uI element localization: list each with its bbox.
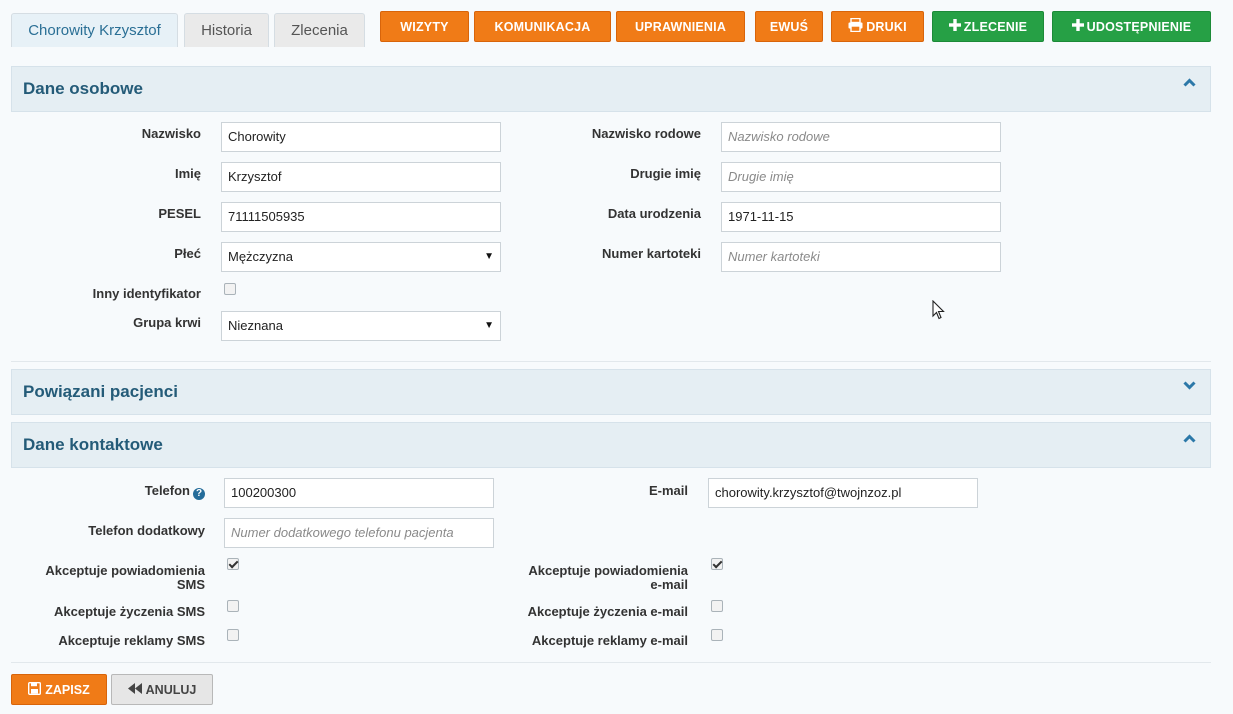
sms-notifications-label: Akceptuje powiadomienia SMS	[20, 564, 205, 592]
mouse-cursor-icon	[932, 299, 946, 323]
email-ads-checkbox[interactable]	[711, 629, 723, 641]
telefon-dodatkowy-field[interactable]: Numer dodatkowego telefonu pacjenta	[224, 518, 494, 548]
komunikacja-button[interactable]: KOMUNIKACJA	[474, 11, 611, 42]
tab-historia[interactable]: Historia	[184, 13, 269, 47]
chevron-up-icon[interactable]	[1183, 434, 1196, 443]
telefon-field[interactable]: 100200300	[224, 478, 494, 508]
tab-zlecenia[interactable]: Zlecenia	[274, 13, 365, 47]
sms-wishes-label: Akceptuje życzenia SMS	[54, 604, 205, 619]
zlecenie-label: ZLECENIE	[963, 19, 1028, 34]
email-label: E-mail	[648, 483, 688, 498]
druki-label: DRUKI	[866, 19, 907, 34]
telefon-dodatkowy-label: Telefon dodatkowy	[88, 523, 205, 538]
komunikacja-label: KOMUNIKACJA	[494, 19, 591, 34]
help-icon[interactable]: ?	[193, 488, 205, 500]
email-notifications-label-line2: e-mail	[650, 577, 688, 592]
grupa-krwi-label: Grupa krwi	[133, 315, 201, 330]
chevron-up-icon[interactable]	[1183, 78, 1196, 87]
add-zlecenie-button[interactable]: ZLECENIE	[932, 11, 1044, 42]
data-urodzenia-field[interactable]: 1971-11-15	[721, 202, 1001, 232]
imie-field[interactable]: Krzysztof	[221, 162, 501, 192]
dropdown-arrow-icon: ▼	[484, 320, 494, 331]
numer-kartoteki-field[interactable]: Numer kartoteki	[721, 242, 1001, 272]
grupa-krwi-select[interactable]: Nieznana ▼	[221, 311, 501, 341]
sms-notifications-checkbox[interactable]	[227, 558, 239, 570]
ewus-label: EWUŚ	[769, 19, 809, 34]
sms-notifications-label-line1: Akceptuje powiadomienia	[45, 563, 205, 578]
plus-icon	[948, 19, 961, 34]
udostepnienie-label: UDOSTĘPNIENIE	[1086, 19, 1192, 34]
drugie-imie-field[interactable]: Drugie imię	[721, 162, 1001, 192]
inny-identyfikator-label: Inny identyfikator	[92, 286, 201, 301]
drugie-imie-label: Drugie imię	[630, 166, 701, 181]
tab-patient[interactable]: Chorowity Krzysztof	[11, 13, 178, 47]
sms-wishes-checkbox[interactable]	[227, 600, 239, 612]
nazwisko-field[interactable]: Chorowity	[221, 122, 501, 152]
plec-label: Płeć	[174, 246, 201, 261]
nazwisko-label: Nazwisko	[141, 126, 201, 141]
backward-icon	[127, 682, 142, 697]
telefon-label-text: Telefon	[144, 483, 190, 498]
panel-personal-header[interactable]: Dane osobowe	[11, 66, 1211, 112]
druki-button[interactable]: DRUKI	[831, 11, 924, 42]
pesel-label: PESEL	[158, 206, 201, 221]
cancel-button[interactable]: ANULUJ	[111, 674, 213, 705]
plus-icon	[1071, 19, 1084, 34]
panel-personal-title: Dane osobowe	[23, 79, 143, 98]
email-ads-label: Akceptuje reklamy e-mail	[531, 633, 688, 648]
ewus-button[interactable]: EWUŚ	[755, 11, 823, 42]
nazwisko-rodowe-field[interactable]: Nazwisko rodowe	[721, 122, 1001, 152]
data-urodzenia-label: Data urodzenia	[607, 206, 701, 221]
cancel-label: ANULUJ	[145, 682, 197, 697]
printer-icon	[848, 17, 863, 35]
email-notifications-checkbox[interactable]	[711, 558, 723, 570]
email-notifications-label-line1: Akceptuje powiadomienia	[528, 563, 688, 578]
wizyty-button[interactable]: WIZYTY	[380, 11, 469, 42]
imie-label: Imię	[174, 166, 201, 181]
sms-ads-label: Akceptuje reklamy SMS	[58, 633, 205, 648]
sms-ads-checkbox[interactable]	[227, 629, 239, 641]
panel-contact-header[interactable]: Dane kontaktowe	[11, 422, 1211, 468]
uprawnienia-button[interactable]: UPRAWNIENIA	[616, 11, 745, 42]
email-wishes-label: Akceptuje życzenia e-mail	[527, 604, 688, 619]
numer-kartoteki-label: Numer kartoteki	[602, 246, 701, 261]
plec-select[interactable]: Mężczyzna ▼	[221, 242, 501, 272]
sms-notifications-label-line2: SMS	[176, 577, 205, 592]
telefon-label: Telefon?	[60, 484, 205, 500]
divider	[11, 662, 1211, 663]
email-field[interactable]: chorowity.krzysztof@twojnzoz.pl	[708, 478, 978, 508]
panel-related-header[interactable]: Powiązani pacjenci	[11, 369, 1211, 415]
panel-contact-title: Dane kontaktowe	[23, 435, 163, 454]
chevron-down-icon[interactable]	[1183, 381, 1196, 390]
pesel-field[interactable]: 71111505935	[221, 202, 501, 232]
divider	[11, 361, 1211, 362]
inny-identyfikator-checkbox[interactable]	[224, 283, 236, 295]
email-notifications-label: Akceptuje powiadomienia e-mail	[488, 564, 688, 592]
add-udostepnienie-button[interactable]: UDOSTĘPNIENIE	[1052, 11, 1211, 42]
save-label: ZAPISZ	[45, 682, 90, 697]
plec-value: Mężczyzna	[228, 249, 294, 264]
grupa-krwi-value: Nieznana	[228, 318, 283, 333]
email-wishes-checkbox[interactable]	[711, 600, 723, 612]
save-button[interactable]: ZAPISZ	[11, 674, 107, 705]
uprawnienia-label: UPRAWNIENIA	[634, 19, 727, 34]
floppy-disk-icon	[28, 681, 42, 698]
wizyty-label: WIZYTY	[400, 19, 449, 34]
panel-related-title: Powiązani pacjenci	[23, 382, 178, 401]
dropdown-arrow-icon: ▼	[484, 251, 494, 262]
nazwisko-rodowe-label: Nazwisko rodowe	[591, 126, 701, 141]
